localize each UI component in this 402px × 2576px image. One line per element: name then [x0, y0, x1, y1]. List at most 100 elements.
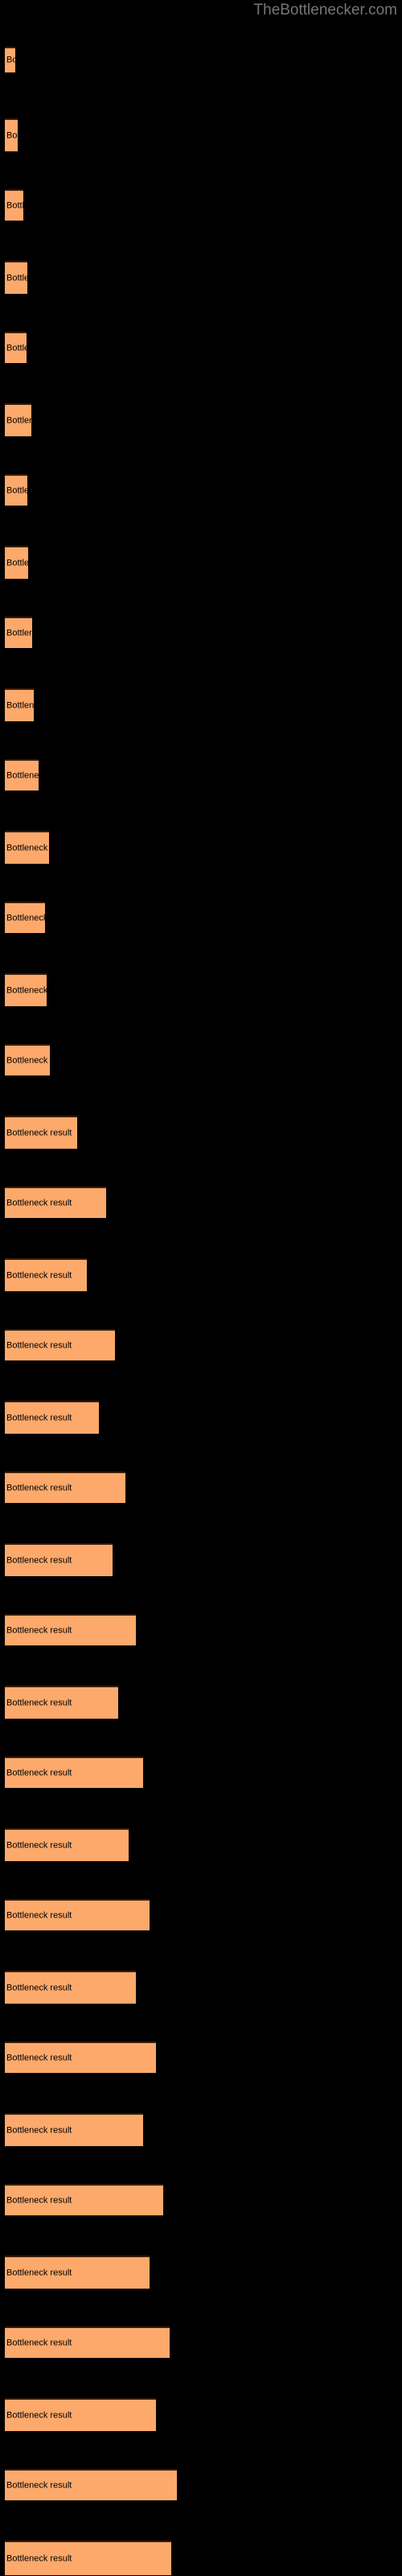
bar-label: Bottleneck result — [6, 2410, 72, 2420]
bar-label: Bottleneck result — [6, 1413, 72, 1422]
bar-label: Bottleneck result — [6, 2480, 72, 2490]
bar-row: Bottleneck result — [0, 617, 402, 648]
bar-bottleneck-result[interactable]: Bottleneck result — [5, 1116, 77, 1149]
bar-label: Bottleneck result — [6, 55, 15, 65]
bar-label: Bottleneck result — [6, 985, 47, 995]
bar-row: Bottleneck result — [0, 1258, 402, 1291]
bar-label: Bottleneck result — [6, 1555, 72, 1565]
bar-row: Bottleneck result — [0, 1116, 402, 1149]
bar-row: Bottleneck result — [0, 688, 402, 721]
bar-row: Bottleneck result — [0, 189, 402, 221]
bar-bottleneck-result[interactable]: Bottleneck result — [5, 759, 39, 791]
bar-label: Bottleneck result — [6, 1483, 72, 1492]
bar-label: Bottleneck result — [6, 843, 49, 852]
bar-row: Bottleneck result — [0, 2113, 402, 2146]
bar-row: Bottleneck result — [0, 759, 402, 791]
bar-bottleneck-result[interactable]: Bottleneck result — [5, 403, 31, 436]
bar-row: Bottleneck result — [0, 474, 402, 506]
bar-label: Bottleneck result — [6, 343, 27, 353]
bar-label: Bottleneck result — [6, 1698, 72, 1707]
bar-label: Bottleneck result — [6, 1055, 50, 1065]
bar-label: Bottleneck result — [6, 628, 32, 638]
bar-row: Bottleneck result — [0, 1543, 402, 1576]
bar-row: Bottleneck result — [0, 902, 402, 933]
bar-bottleneck-result[interactable]: Bottleneck result — [5, 2469, 177, 2500]
bar-bottleneck-result[interactable]: Bottleneck result — [5, 688, 34, 721]
bar-label: Bottleneck result — [6, 1983, 72, 1992]
bar-row: Bottleneck result — [0, 1971, 402, 2004]
bar-bottleneck-result[interactable]: Bottleneck result — [5, 261, 27, 294]
bar-bottleneck-result[interactable]: Bottleneck result — [5, 1258, 87, 1291]
bar-bottleneck-result[interactable]: Bottleneck result — [5, 47, 15, 72]
bar-bottleneck-result[interactable]: Bottleneck result — [5, 617, 32, 648]
bar-bottleneck-result[interactable]: Bottleneck result — [5, 973, 47, 1006]
bar-bottleneck-result[interactable]: Bottleneck result — [5, 118, 18, 151]
bar-row: Bottleneck result — [0, 2469, 402, 2500]
bar-label: Bottleneck result — [6, 1768, 72, 1777]
bar-label: Bottleneck result — [6, 1625, 72, 1635]
bar-label: Bottleneck result — [6, 770, 39, 780]
bar-label: Bottleneck result — [6, 2195, 72, 2205]
bar-bottleneck-result[interactable]: Bottleneck result — [5, 1472, 125, 1503]
bar-label: Bottleneck result — [6, 1340, 72, 1350]
bar-bottleneck-result[interactable]: Bottleneck result — [5, 1686, 118, 1719]
bar-row: Bottleneck result — [0, 2041, 402, 2073]
bar-row: Bottleneck result — [0, 831, 402, 864]
bar-bottleneck-result[interactable]: Bottleneck result — [5, 1044, 50, 1075]
bar-label: Bottleneck result — [6, 485, 27, 495]
bar-row: Bottleneck result — [0, 1757, 402, 1788]
bar-row: Bottleneck result — [0, 403, 402, 436]
bar-bottleneck-result[interactable]: Bottleneck result — [5, 902, 45, 933]
bar-row: Bottleneck result — [0, 1401, 402, 1434]
bar-row: Bottleneck result — [0, 118, 402, 151]
bar-bottleneck-result[interactable]: Bottleneck result — [5, 1543, 113, 1576]
bar-bottleneck-result[interactable]: Bottleneck result — [5, 474, 27, 506]
bar-bottleneck-result[interactable]: Bottleneck result — [5, 2398, 156, 2431]
bar-bottleneck-result[interactable]: Bottleneck result — [5, 1757, 143, 1788]
bar-bottleneck-result[interactable]: Bottleneck result — [5, 2041, 156, 2073]
bar-label: Bottleneck result — [6, 2553, 72, 2563]
bar-bottleneck-result[interactable]: Bottleneck result — [5, 546, 28, 579]
bar-bottleneck-result[interactable]: Bottleneck result — [5, 1614, 136, 1645]
bottleneck-bar-chart: Bottleneck result Bottleneck result Bottle… — [0, 0, 402, 2576]
bar-row: Bottleneck result — [0, 2398, 402, 2431]
bar-row: Bottleneck result — [0, 1614, 402, 1645]
bar-row: Bottleneck result — [0, 47, 402, 72]
bar-label: Bottleneck result — [6, 913, 45, 923]
bar-row: Bottleneck result — [0, 2184, 402, 2215]
bar-row: Bottleneck result — [0, 1472, 402, 1503]
bar-label: Bottleneck result — [6, 130, 18, 140]
bar-bottleneck-result[interactable]: Bottleneck result — [5, 1401, 99, 1434]
bar-row: Bottleneck result — [0, 261, 402, 294]
bar-label: Bottleneck result — [6, 1198, 72, 1208]
bar-label: Bottleneck result — [6, 558, 28, 568]
bar-label: Bottleneck result — [6, 1128, 72, 1137]
bar-bottleneck-result[interactable]: Bottleneck result — [5, 189, 23, 221]
bar-bottleneck-result[interactable]: Bottleneck result — [5, 1187, 106, 1218]
bar-bottleneck-result[interactable]: Bottleneck result — [5, 2113, 143, 2146]
bar-label: Bottleneck result — [6, 200, 23, 210]
bar-row: Bottleneck result — [0, 546, 402, 579]
bar-row: Bottleneck result — [0, 2256, 402, 2289]
bar-label: Bottleneck result — [6, 2125, 72, 2135]
bar-bottleneck-result[interactable]: Bottleneck result — [5, 2184, 163, 2215]
bar-row: Bottleneck result — [0, 1044, 402, 1075]
bar-row: Bottleneck result — [0, 973, 402, 1006]
bar-label: Bottleneck result — [6, 2053, 72, 2062]
bar-bottleneck-result[interactable]: Bottleneck result — [5, 2541, 171, 2575]
bar-row: Bottleneck result — [0, 1899, 402, 1930]
bar-label: Bottleneck result — [6, 415, 31, 425]
bar-row: Bottleneck result — [0, 1686, 402, 1719]
bar-label: Bottleneck result — [6, 273, 27, 283]
bar-bottleneck-result[interactable]: Bottleneck result — [5, 1899, 150, 1930]
bar-bottleneck-result[interactable]: Bottleneck result — [5, 1329, 115, 1360]
bar-bottleneck-result[interactable]: Bottleneck result — [5, 1971, 136, 2004]
bar-label: Bottleneck result — [6, 2268, 72, 2277]
bar-row: Bottleneck result — [0, 2326, 402, 2358]
bar-bottleneck-result[interactable]: Bottleneck result — [5, 831, 49, 864]
bar-bottleneck-result[interactable]: Bottleneck result — [5, 1828, 129, 1861]
bar-bottleneck-result[interactable]: Bottleneck result — [5, 2326, 170, 2358]
bar-bottleneck-result[interactable]: Bottleneck result — [5, 332, 27, 363]
bar-bottleneck-result[interactable]: Bottleneck result — [5, 2256, 150, 2289]
bar-label: Bottleneck result — [6, 1840, 72, 1850]
